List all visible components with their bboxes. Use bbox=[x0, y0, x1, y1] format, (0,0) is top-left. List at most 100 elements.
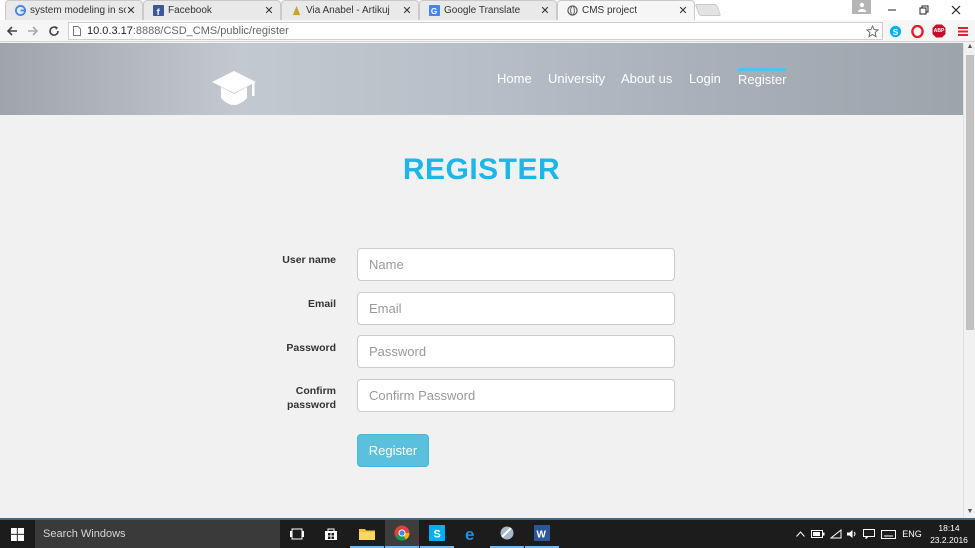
wifi-icon bbox=[830, 529, 842, 539]
nav-login[interactable]: Login bbox=[689, 71, 721, 86]
battery-icon bbox=[811, 530, 825, 538]
user-name-input[interactable] bbox=[357, 248, 675, 281]
word-taskbar-button[interactable]: W bbox=[525, 520, 559, 548]
task-view-icon bbox=[290, 528, 304, 540]
app-taskbar-button[interactable] bbox=[490, 520, 524, 548]
adblock-plus-button[interactable]: ABP bbox=[931, 23, 947, 39]
chrome-icon bbox=[394, 525, 410, 541]
system-clock[interactable]: 18:14 23.2.2016 bbox=[925, 522, 973, 546]
skype-extension-button[interactable]: S bbox=[887, 23, 903, 39]
restore-button[interactable] bbox=[908, 0, 940, 20]
tab-cms-project[interactable]: CMS project ✕ bbox=[557, 0, 695, 20]
svg-text:e: e bbox=[465, 526, 474, 542]
tab-strip: system modeling in softw ✕ f Facebook ✕ … bbox=[0, 0, 975, 20]
web-page: Home University About us Login Register … bbox=[0, 43, 963, 518]
back-button[interactable] bbox=[4, 23, 20, 39]
url-path: :8888/CSD_CMS/public/register bbox=[132, 25, 289, 37]
message-icon bbox=[863, 529, 875, 539]
adblock-plus-icon: ABP bbox=[932, 24, 946, 38]
close-tab-icon[interactable]: ✕ bbox=[264, 4, 274, 17]
scroll-down-arrow-icon[interactable]: ▼ bbox=[964, 508, 975, 518]
touch-keyboard-tray[interactable] bbox=[879, 520, 897, 548]
menu-icon bbox=[957, 25, 969, 37]
confirm-password-label: Confirm password bbox=[286, 385, 336, 411]
task-view-button[interactable] bbox=[280, 520, 314, 548]
profile-button[interactable] bbox=[852, 0, 871, 14]
action-center-tray[interactable] bbox=[862, 520, 876, 548]
password-input[interactable] bbox=[357, 335, 675, 368]
new-tab-button[interactable] bbox=[694, 4, 722, 16]
nav-home[interactable]: Home bbox=[497, 71, 532, 86]
file-explorer-button[interactable] bbox=[350, 520, 384, 548]
svg-text:G: G bbox=[430, 7, 436, 16]
page-icon bbox=[73, 26, 81, 36]
edge-button[interactable]: e bbox=[455, 520, 489, 548]
google-icon bbox=[14, 5, 26, 17]
forward-button[interactable] bbox=[25, 23, 41, 39]
via-anabel-icon bbox=[290, 5, 302, 17]
wifi-tray[interactable] bbox=[829, 520, 843, 548]
language-indicator[interactable]: ENG bbox=[900, 520, 924, 548]
nav-about-us[interactable]: About us bbox=[621, 71, 672, 86]
vertical-scrollbar[interactable]: ▲ ▼ bbox=[963, 43, 975, 518]
close-tab-icon[interactable]: ✕ bbox=[540, 4, 550, 17]
nav-university[interactable]: University bbox=[548, 71, 605, 86]
scrollbar-thumb[interactable] bbox=[966, 55, 974, 330]
volume-icon bbox=[846, 529, 858, 539]
volume-tray[interactable] bbox=[845, 520, 859, 548]
password-label: Password bbox=[286, 342, 336, 354]
page-title: REGISTER bbox=[402, 153, 561, 186]
file-explorer-icon bbox=[359, 527, 375, 540]
chrome-taskbar-button[interactable] bbox=[385, 520, 419, 548]
word-icon: W bbox=[534, 525, 550, 541]
email-label: Email bbox=[307, 298, 336, 310]
reload-icon bbox=[48, 25, 60, 37]
skype-icon: S bbox=[429, 525, 445, 541]
star-icon bbox=[865, 24, 879, 38]
windows-logo-icon bbox=[11, 527, 24, 541]
svg-text:S: S bbox=[434, 529, 441, 541]
skype-taskbar-button[interactable]: S bbox=[420, 520, 454, 548]
graduation-cap-icon[interactable] bbox=[210, 69, 258, 109]
app-icon bbox=[499, 525, 515, 541]
keyboard-icon bbox=[880, 529, 896, 539]
tab-google-translate[interactable]: G Google Translate ✕ bbox=[419, 0, 557, 20]
tab-system-modeling[interactable]: system modeling in softw ✕ bbox=[5, 0, 143, 20]
edge-icon: e bbox=[464, 526, 480, 542]
site-header: Home University About us Login Register bbox=[0, 43, 963, 115]
taskbar-search[interactable]: Search Windows bbox=[35, 520, 280, 548]
back-arrow-icon bbox=[6, 25, 18, 37]
bookmark-star-button[interactable] bbox=[864, 23, 880, 39]
address-bar[interactable]: 10.0.3.17:8888/CSD_CMS/public/register bbox=[68, 22, 883, 40]
battery-tray[interactable] bbox=[810, 520, 826, 548]
opera-icon bbox=[910, 24, 924, 38]
store-button[interactable] bbox=[314, 520, 348, 548]
nav-register[interactable]: Register bbox=[738, 68, 787, 87]
restore-icon bbox=[919, 5, 929, 15]
opera-extension-button[interactable] bbox=[909, 23, 925, 39]
close-icon bbox=[951, 5, 961, 15]
windows-taskbar: Search Windows S e W ENG 18:14 23.2.2016 bbox=[0, 518, 975, 548]
scroll-up-arrow-icon[interactable]: ▲ bbox=[964, 43, 975, 53]
close-tab-icon[interactable]: ✕ bbox=[402, 4, 412, 17]
user-icon bbox=[857, 2, 867, 12]
close-tab-icon[interactable]: ✕ bbox=[126, 4, 136, 17]
tab-via-anabel[interactable]: Via Anabel - Artikuj ✕ bbox=[281, 0, 419, 20]
url-host: 10.0.3.17 bbox=[87, 25, 133, 37]
start-button[interactable] bbox=[0, 520, 35, 548]
tab-facebook[interactable]: f Facebook ✕ bbox=[143, 0, 281, 20]
skype-icon: S bbox=[889, 25, 902, 38]
forward-arrow-icon bbox=[27, 25, 39, 37]
minimize-button[interactable] bbox=[876, 0, 908, 20]
close-tab-icon[interactable]: ✕ bbox=[678, 4, 688, 17]
reload-button[interactable] bbox=[46, 23, 62, 39]
show-hidden-icons-button[interactable] bbox=[794, 520, 806, 548]
confirm-password-input[interactable] bbox=[357, 379, 675, 412]
clock-date: 23.2.2016 bbox=[930, 535, 968, 545]
adblock-plus-label: ABP bbox=[933, 28, 945, 34]
close-window-button[interactable] bbox=[940, 0, 972, 20]
email-input[interactable] bbox=[357, 292, 675, 325]
register-button[interactable]: Register bbox=[357, 434, 429, 467]
minimize-icon bbox=[887, 5, 897, 15]
chrome-menu-button[interactable] bbox=[955, 23, 971, 39]
